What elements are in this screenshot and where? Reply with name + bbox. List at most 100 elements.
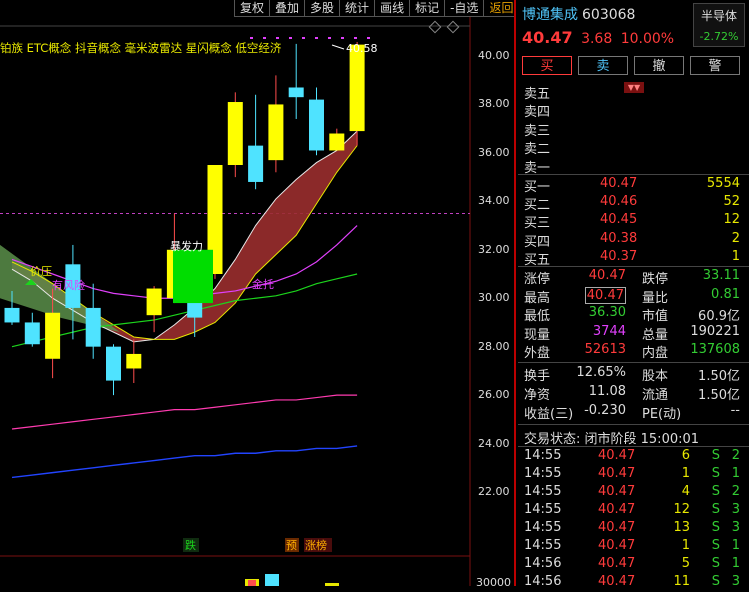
sell-level-label: 卖二: [524, 142, 551, 158]
tick-side: S: [711, 502, 720, 517]
divider: [518, 266, 749, 267]
fall-label: 跌: [185, 538, 196, 552]
toolbar-item[interactable]: -自选: [444, 0, 484, 17]
alert-button[interactable]: 警: [690, 56, 740, 75]
candle-body: [126, 353, 142, 369]
stat-value: 1.50亿: [698, 369, 740, 384]
buy-level-row: 买五 40.37 1: [524, 248, 744, 268]
tick-count: 2: [731, 484, 740, 499]
tick-volume: 13: [673, 520, 690, 535]
tick-volume: 1: [681, 466, 690, 481]
buy-level-volume: 2: [731, 230, 740, 246]
tick-volume: 11: [673, 574, 690, 589]
stat-value: 36.30: [588, 305, 626, 321]
tick-row: 14:55 40.47 1 S 1: [524, 538, 744, 556]
stat-label: PE(动): [642, 407, 682, 422]
candle-body: [349, 44, 365, 132]
stock-change: 3.68: [581, 31, 613, 47]
buy-level-price: 40.37: [600, 248, 638, 264]
tick-side: S: [711, 574, 720, 589]
signal-dot: [263, 37, 266, 39]
divider: [518, 174, 749, 175]
buy-level-label: 买四: [524, 234, 551, 250]
stat-label: 外盘: [524, 346, 551, 362]
stat-row: 净资 11.08 流通 1.50亿: [524, 384, 744, 403]
chart-toolbar: 复权 叠加 多股 统计 画线 标记 -自选 返回: [234, 0, 519, 17]
stat-value: 137608: [690, 342, 740, 358]
toolbar-item[interactable]: 统计: [339, 0, 375, 17]
tick-volume: 1: [681, 538, 690, 553]
candle-body: [248, 145, 264, 182]
buy-level-volume: 5554: [706, 176, 740, 191]
buy-level-row: 买四 40.38 2: [524, 230, 744, 250]
quote-panel: 博通集成 603068 40.47 3.68 10.00% 半导体 -2.72% …: [514, 0, 749, 589]
y-tick-label: 38.00: [478, 97, 510, 111]
support-label: 金托: [252, 277, 274, 291]
buy-level-label: 买三: [524, 216, 551, 232]
breakout-box: [173, 249, 213, 304]
toolbar-item[interactable]: 叠加: [269, 0, 305, 17]
stat-row: 外盘 52613 内盘 137608: [524, 342, 744, 362]
ma120-line: [11, 445, 358, 479]
sell-button[interactable]: 卖: [578, 56, 628, 75]
tick-time: 14:55: [524, 448, 562, 463]
stat-label: 跌停: [642, 272, 669, 287]
stock-code: 603068: [582, 7, 636, 23]
sector-box[interactable]: 半导体 -2.72%: [693, 3, 745, 47]
tick-price: 40.47: [598, 538, 636, 553]
stat-value: 40.47: [588, 268, 626, 283]
volume-bar: [265, 574, 279, 586]
tick-volume: 5: [681, 556, 690, 571]
tick-side: S: [711, 520, 720, 535]
candle-body: [146, 288, 162, 316]
y-tick-label: 30.00: [478, 291, 510, 305]
divider: [518, 424, 749, 425]
volume-bar: [248, 580, 256, 586]
signal-dot: [367, 37, 370, 39]
y-tick-label: 22.00: [478, 485, 510, 498]
stat-label: 现量: [524, 327, 551, 343]
candle-body: [227, 102, 243, 165]
tick-time: 14:55: [524, 484, 562, 499]
buy-level-price: 40.38: [600, 230, 638, 246]
cancel-button[interactable]: 撤: [634, 56, 684, 75]
toolbar-item[interactable]: 多股: [304, 0, 340, 17]
stat-value: 33.11: [702, 268, 740, 283]
limit-list-label: 涨榜: [305, 538, 327, 552]
tick-row: 14:55 40.47 6 S 2: [524, 448, 744, 466]
signal-dot: [341, 37, 344, 39]
candle-body: [268, 104, 284, 161]
candle-body: [4, 307, 20, 323]
stat-label: 股本: [642, 369, 669, 384]
y-tick-label: 36.00: [478, 145, 510, 159]
stat-value: 11.08: [588, 384, 626, 399]
signal-dot: [354, 37, 357, 39]
risk-label: 有风险: [52, 278, 85, 292]
buy-button[interactable]: 买: [522, 56, 572, 75]
trade-status: 交易状态: 闭市阶段 15:00:01: [524, 432, 700, 447]
tick-time: 14:55: [524, 466, 562, 481]
stat-value: -0.230: [584, 403, 626, 418]
diamond-icon: [446, 20, 460, 34]
tick-time: 14:56: [524, 556, 562, 571]
stat-label: 流通: [642, 388, 669, 403]
toolbar-item[interactable]: 复权: [234, 0, 270, 17]
candle-body: [309, 99, 324, 151]
toolbar-item[interactable]: 画线: [374, 0, 410, 17]
stat-label: 涨停: [524, 272, 551, 287]
stat-label: 最低: [524, 309, 551, 325]
tick-row: 14:56 40.47 11 S 3: [524, 574, 744, 592]
stat-value: 190221: [690, 323, 740, 339]
volume-axis-label: 30000: [476, 576, 511, 586]
sector-pct: -2.72%: [699, 30, 739, 43]
signal-dot: [289, 37, 292, 39]
buy-level-label: 买二: [524, 198, 551, 214]
kline-chart[interactable]: 40.58 价压有风险 暴发力金托跌 预涨榜 30000: [0, 0, 514, 586]
toolbar-item[interactable]: 标记: [409, 0, 445, 17]
stat-label: 最高: [524, 290, 551, 306]
stat-label: 内盘: [642, 346, 669, 362]
buy-level-price: 40.45: [600, 212, 638, 228]
stat-label: 收益(三): [524, 407, 574, 422]
buy-level-price: 40.47: [600, 176, 638, 191]
stat-label: 总量: [642, 327, 669, 343]
